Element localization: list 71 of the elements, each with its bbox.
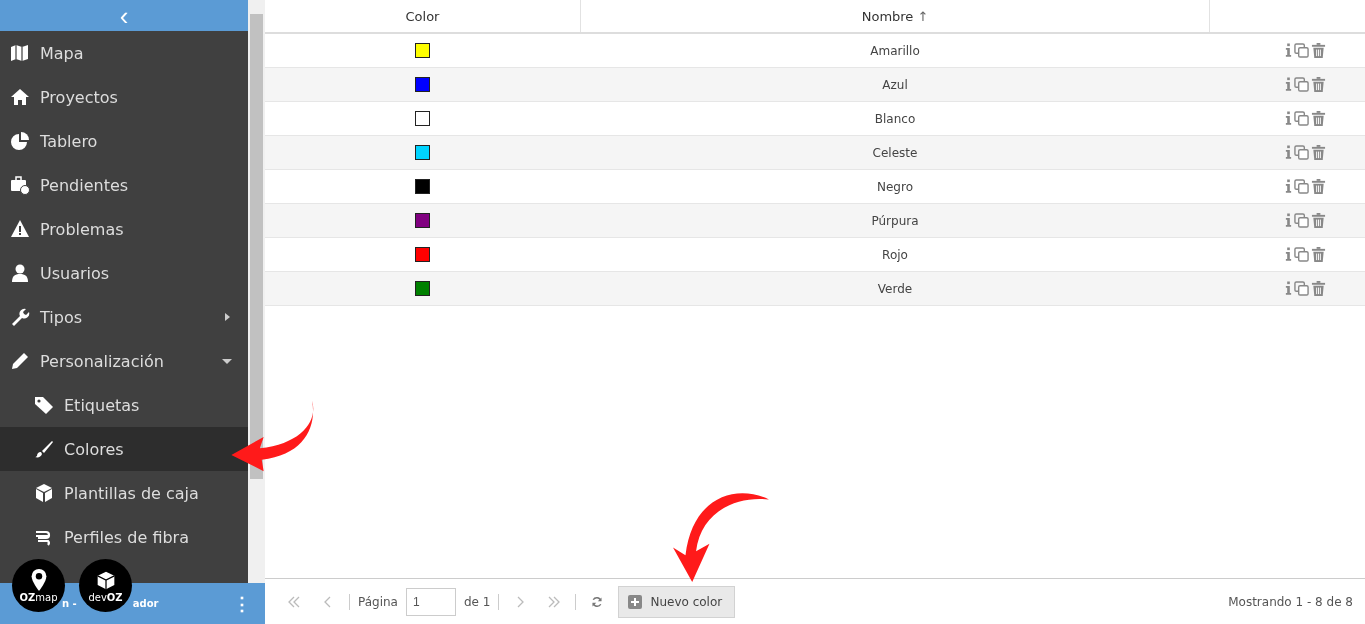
copy-icon[interactable] — [1294, 247, 1309, 262]
trash-icon[interactable] — [1311, 213, 1326, 228]
trash-icon[interactable] — [1311, 43, 1326, 58]
column-header[interactable]: Nombre ↑ — [580, 0, 1210, 32]
copy-icon[interactable] — [1294, 213, 1309, 228]
table-cell-text: Azul — [881, 77, 909, 92]
pencil-icon — [10, 351, 30, 371]
menu-item[interactable]: Colores — [0, 427, 248, 471]
info-icon[interactable] — [1285, 247, 1292, 262]
menu-item[interactable]: Personalización — [0, 339, 248, 383]
plus-icon — [628, 594, 643, 609]
column-header[interactable]: Color — [265, 0, 580, 32]
trash-icon[interactable] — [1311, 281, 1326, 296]
table-cell-text: Blanco — [873, 111, 917, 126]
copy-icon[interactable] — [1294, 111, 1309, 126]
copy-icon[interactable] — [1294, 43, 1309, 58]
map-icon — [10, 43, 30, 63]
trash-icon[interactable] — [1311, 145, 1326, 160]
table-cell-text: Púrpura — [870, 213, 920, 228]
table-cell-text: Amarillo — [869, 43, 921, 58]
pie-icon — [10, 131, 30, 151]
logo-text: OZmap — [19, 592, 58, 603]
menu-item[interactable]: Plantillas de caja — [0, 471, 248, 515]
table-cell-text: Negro — [876, 179, 914, 194]
table-cell-text: Celeste — [871, 145, 919, 160]
menu-item[interactable]: Pendientes — [0, 163, 248, 207]
refresh-icon — [591, 595, 604, 608]
menu-item[interactable]: Mapa — [0, 31, 248, 75]
user-icon — [10, 263, 30, 283]
user-role: ador — [132, 598, 159, 609]
logo-text: devOZ — [88, 592, 123, 603]
info-icon[interactable] — [1285, 77, 1292, 92]
info-icon[interactable] — [1285, 213, 1292, 228]
info-icon[interactable] — [1285, 179, 1292, 194]
home-icon — [10, 87, 30, 107]
new-color-button[interactable]: Nuevo color — [618, 585, 736, 618]
info-icon[interactable] — [1285, 111, 1292, 126]
page-count: de 1 — [463, 594, 491, 609]
menu-item[interactable]: Tablero — [0, 119, 248, 163]
user-name: n - — [62, 598, 77, 609]
menu-item[interactable]: Problemas — [0, 207, 248, 251]
case-icon — [10, 175, 30, 195]
info-icon[interactable] — [1285, 43, 1292, 58]
copy-icon[interactable] — [1294, 281, 1309, 296]
info-icon[interactable] — [1285, 145, 1292, 160]
menu-item[interactable]: Tipos — [0, 295, 248, 339]
trash-icon[interactable] — [1311, 111, 1326, 126]
trash-icon[interactable] — [1311, 77, 1326, 92]
copy-icon[interactable] — [1294, 77, 1309, 92]
page-input[interactable]: 1 — [405, 587, 456, 616]
cube-icon — [34, 483, 54, 503]
trash-icon[interactable] — [1311, 247, 1326, 262]
warn-icon — [10, 219, 30, 239]
table-cell-text: Rojo — [881, 247, 909, 262]
menu-item[interactable]: Etiquetas — [0, 383, 248, 427]
copy-icon[interactable] — [1294, 179, 1309, 194]
scrollbar[interactable] — [248, 0, 265, 583]
table-cell-text: Verde — [876, 281, 914, 296]
trash-icon[interactable] — [1311, 179, 1326, 194]
wrench-icon — [10, 307, 30, 327]
results-summary: Mostrando 1 - 8 de 8 — [1228, 594, 1353, 609]
brush-icon — [34, 439, 54, 459]
tag-icon — [34, 395, 54, 415]
double-chevron-icon — [548, 595, 561, 608]
info-icon[interactable] — [1285, 281, 1292, 296]
menu-item[interactable]: Perfiles de fibra — [0, 515, 248, 559]
menu-item[interactable]: Usuarios — [0, 251, 248, 295]
double-chevron-icon — [288, 595, 300, 608]
page-label: Página — [358, 594, 398, 609]
menu-item[interactable]: Proyectos — [0, 75, 248, 119]
copy-icon[interactable] — [1294, 145, 1309, 160]
